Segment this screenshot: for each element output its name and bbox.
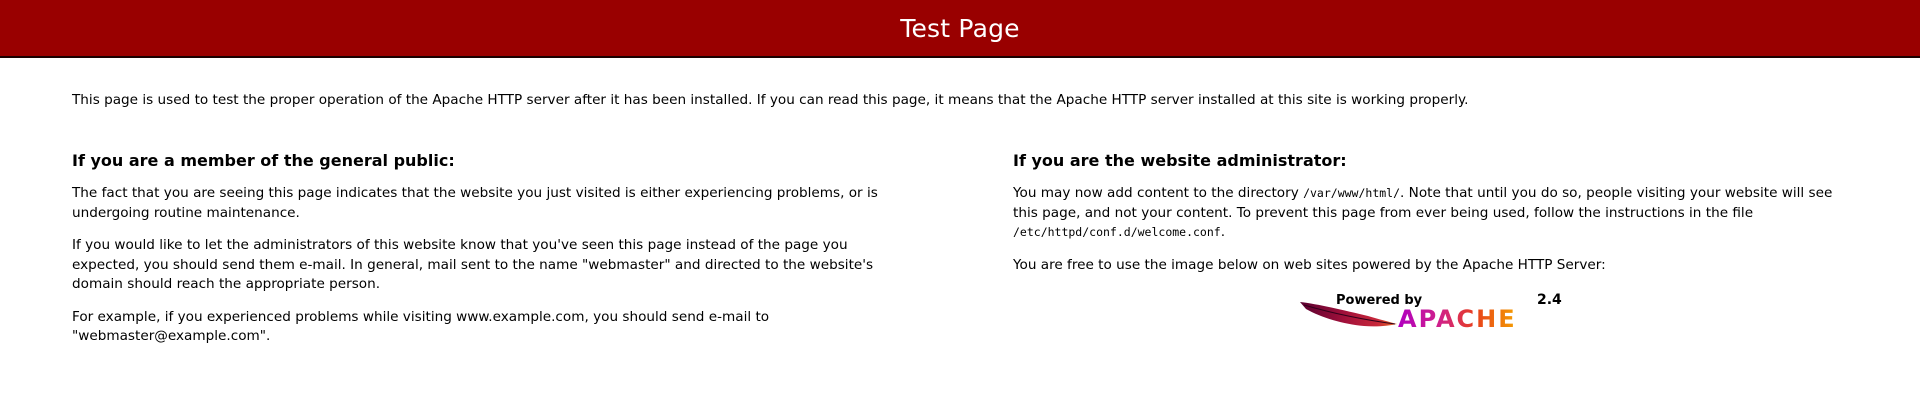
general-public-paragraph-2: If you would like to let the administrat… [72, 237, 874, 292]
apache-wordmark: APACHE [1398, 305, 1517, 333]
administrator-paragraph-1: You may now add content to the directory… [1013, 184, 1853, 243]
administrator-section: If you are the website administrator: Yo… [1013, 151, 1853, 288]
general-public-paragraph-1: The fact that you are seeing this page i… [72, 185, 878, 221]
admin-p1-lead: You may now add content to the directory [1013, 185, 1304, 201]
general-public-section: If you are a member of the general publi… [72, 151, 912, 360]
admin-p1-end: . [1220, 224, 1226, 240]
powered-by-apache-badge: Powered by 2.4 APACHE [1298, 292, 1564, 333]
administrator-paragraph-2: You are free to use the image below on w… [1013, 256, 1606, 273]
intro-text: This page is used to test the proper ope… [72, 92, 1469, 108]
general-public-paragraph-3: For example, if you experienced problems… [72, 308, 770, 345]
welcome-conf-path: /etc/httpd/conf.d/welcome.conf [1013, 225, 1221, 239]
apache-version-label: 2.4 [1537, 292, 1562, 308]
page-header: Test Page [0, 0, 1920, 58]
page-title: Test Page [900, 13, 1020, 43]
general-public-heading: If you are a member of the general publi… [72, 151, 455, 170]
content-directory-path: /var/www/html/ [1303, 186, 1401, 200]
administrator-heading: If you are the website administrator: [1013, 151, 1347, 170]
